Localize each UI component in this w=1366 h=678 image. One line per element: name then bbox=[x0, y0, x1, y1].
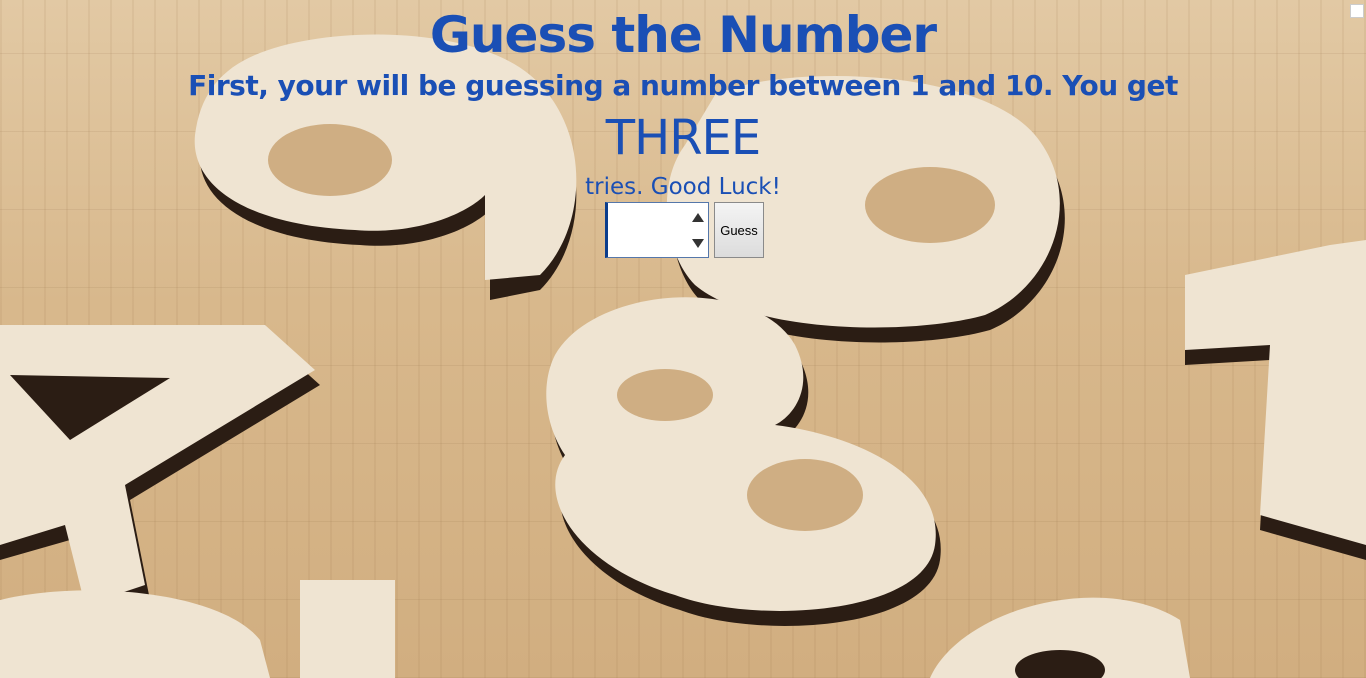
wooden-four-shape bbox=[0, 325, 320, 620]
number-spinner[interactable] bbox=[690, 207, 706, 253]
instructions-line-1: First, your will be guessing a number be… bbox=[188, 69, 1178, 102]
corner-widget bbox=[1350, 4, 1364, 18]
page-title: Guess the Number bbox=[429, 6, 937, 64]
tries-emphasis: THREE bbox=[605, 110, 761, 166]
spinner-down-icon[interactable] bbox=[692, 239, 704, 248]
guess-button[interactable]: Guess bbox=[714, 202, 764, 258]
instructions-line-2: tries. Good Luck! bbox=[585, 174, 781, 200]
wooden-bottom-shapes bbox=[0, 580, 1190, 678]
guess-number-input[interactable] bbox=[605, 202, 709, 258]
wooden-one-shape bbox=[1185, 240, 1366, 560]
wooden-eight-shape bbox=[546, 297, 941, 626]
spinner-up-icon[interactable] bbox=[692, 213, 704, 222]
